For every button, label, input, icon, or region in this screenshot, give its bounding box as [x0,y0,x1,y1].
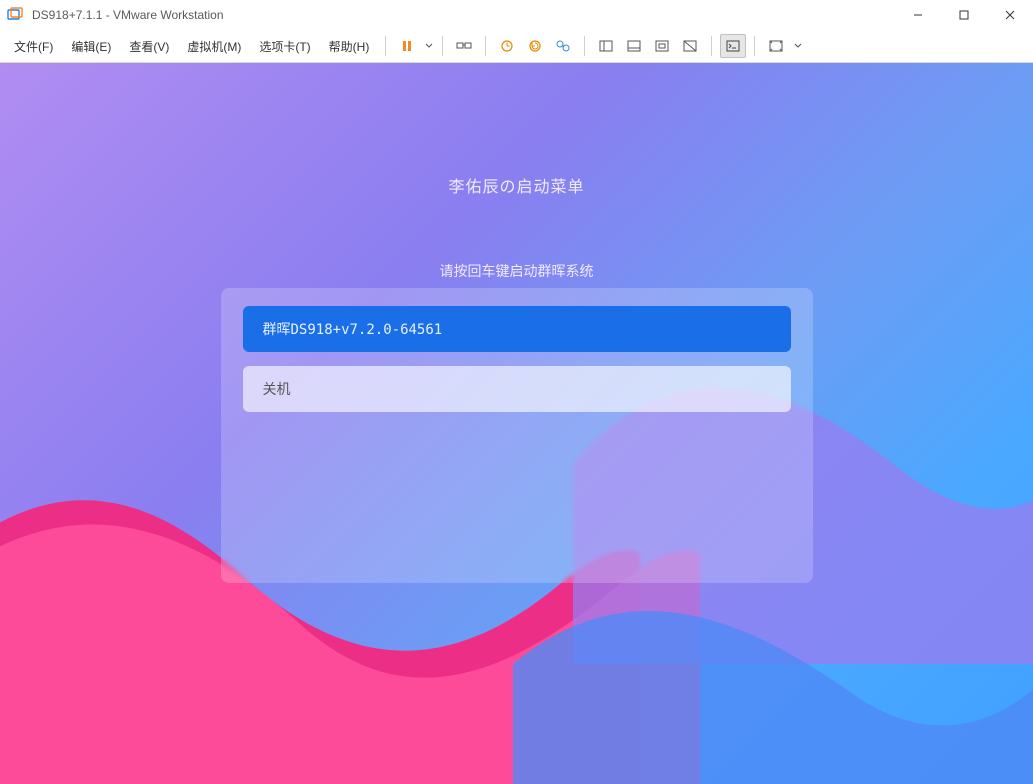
toolbar-separator [711,36,712,56]
menu-vm[interactable]: 虚拟机(M) [179,34,249,59]
menu-help[interactable]: 帮助(H) [321,34,378,59]
boot-menu-title: 李佑辰の启动菜单 [0,173,1033,197]
window-title: DS918+7.1.1 - VMware Workstation [32,8,224,22]
single-window-button[interactable] [621,34,647,58]
vm-console[interactable]: 李佑辰の启动菜单 请按回车键启动群晖系统 群晖DS918+v7.2.0-6456… [0,63,1033,784]
stretch-guest-button[interactable] [763,34,789,58]
boot-option-label: 群晖DS918+v7.2.0-64561 [263,319,443,339]
fullscreen-button[interactable] [649,34,675,58]
boot-option-synology[interactable]: 群晖DS918+v7.2.0-64561 [243,306,791,352]
show-console-button[interactable] [593,34,619,58]
toolbar-separator [754,36,755,56]
toolbar-separator [584,36,585,56]
close-button[interactable] [987,0,1033,30]
titlebar: DS918+7.1.1 - VMware Workstation [0,0,1033,30]
unity-button[interactable] [677,34,703,58]
maximize-button[interactable] [941,0,987,30]
boot-menu-panel: 群晖DS918+v7.2.0-64561 关机 [221,288,813,583]
toolbar-separator [442,36,443,56]
pause-dropdown-icon[interactable] [424,42,434,50]
snapshot-revert-button[interactable] [522,34,548,58]
menu-file[interactable]: 文件(F) [6,34,61,59]
menu-tabs[interactable]: 选项卡(T) [251,34,318,59]
menu-view[interactable]: 查看(V) [121,34,177,59]
toolbar-separator [485,36,486,56]
send-cad-button[interactable] [451,34,477,58]
boot-option-shutdown[interactable]: 关机 [243,366,791,412]
boot-option-label: 关机 [263,379,291,399]
menu-edit[interactable]: 编辑(E) [63,34,119,59]
snapshot-manager-button[interactable] [550,34,576,58]
pause-vm-button[interactable] [394,34,420,58]
boot-menu-subtitle: 请按回车键启动群晖系统 [0,261,1033,281]
toolbar-separator [385,36,386,56]
snapshot-take-button[interactable] [494,34,520,58]
command-prompt-button[interactable] [720,34,746,58]
minimize-button[interactable] [895,0,941,30]
stretch-dropdown-icon[interactable] [793,42,803,50]
vmware-app-icon [6,6,24,24]
menubar: 文件(F) 编辑(E) 查看(V) 虚拟机(M) 选项卡(T) 帮助(H) [0,30,1033,63]
